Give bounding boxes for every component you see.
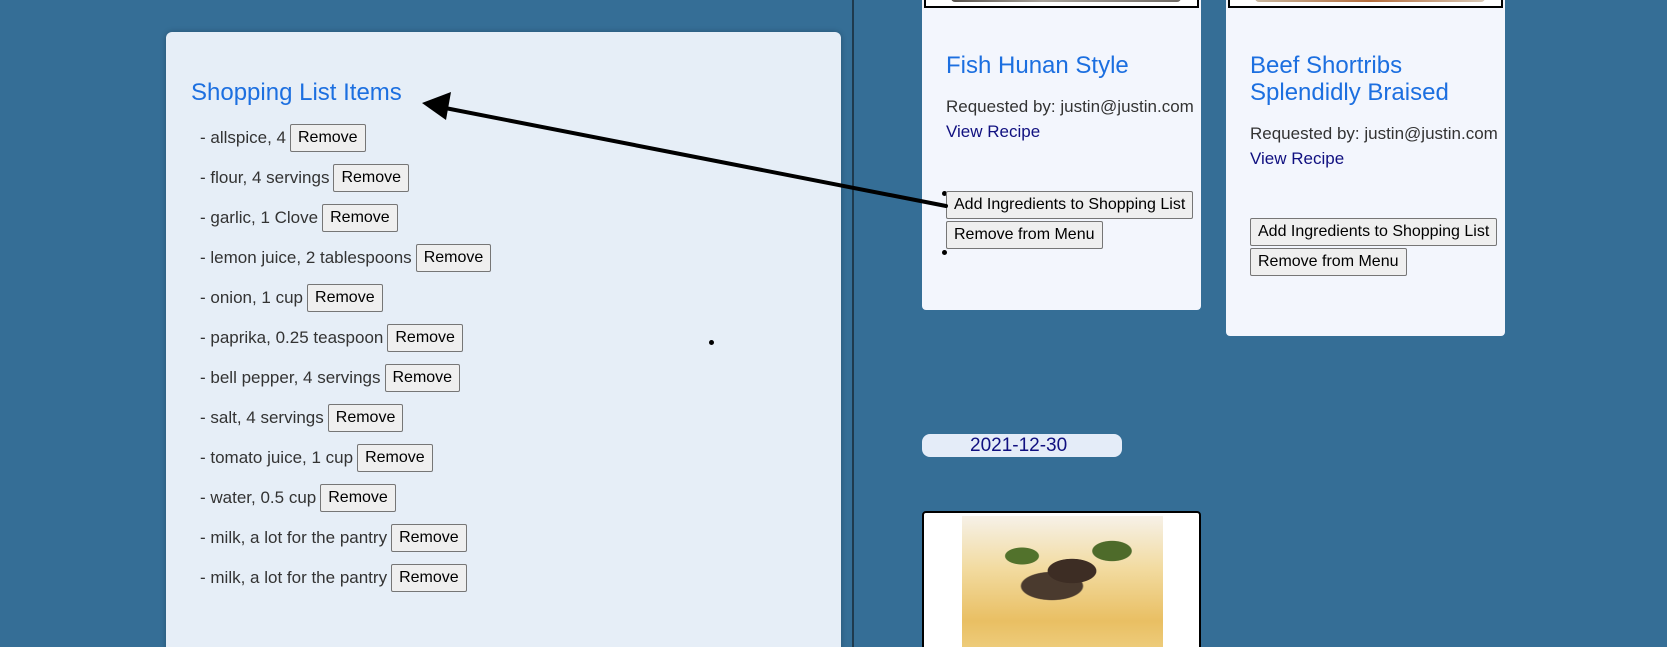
remove-item-button[interactable]: Remove xyxy=(333,164,410,192)
recipe-photo xyxy=(951,0,1181,2)
shopping-list-item: - milk, a lot for the pantry Remove xyxy=(200,558,491,598)
shopping-list-item: - paprika, 0.25 teaspoon Remove xyxy=(200,318,491,358)
remove-item-button[interactable]: Remove xyxy=(289,124,366,152)
shopping-list-item: - milk, a lot for the pantry Remove xyxy=(200,518,491,558)
remove-item-button[interactable]: Remove xyxy=(415,244,492,272)
recipe-title: Fish Hunan Style xyxy=(946,52,1129,79)
remove-item-button[interactable]: Remove xyxy=(327,404,404,432)
add-ingredients-button[interactable]: Add Ingredients to Shopping List xyxy=(946,191,1194,219)
column-divider xyxy=(852,0,854,647)
shopping-item-text: - onion, 1 cup xyxy=(200,288,304,307)
shopping-item-text: - lemon juice, 2 tablespoons xyxy=(200,248,412,267)
list-bullet xyxy=(942,250,947,255)
shopping-item-text: - milk, a lot for the pantry xyxy=(200,568,388,587)
shopping-item-text: - allspice, 4 xyxy=(200,128,286,147)
shopping-list-item: - garlic, 1 Clove Remove xyxy=(200,198,491,238)
shopping-list-item: - lemon juice, 2 tablespoons Remove xyxy=(200,238,492,278)
shopping-item-text: - salt, 4 servings xyxy=(200,408,324,427)
shopping-item-text: - milk, a lot for the pantry xyxy=(200,528,388,547)
recipe-title: Beef Shortribs Splendidly Braised xyxy=(1250,52,1449,106)
remove-item-button[interactable]: Remove xyxy=(322,204,398,232)
recipe-actions: Add Ingredients to Shopping List Remove … xyxy=(1250,218,1498,276)
shopping-item-text: - paprika, 0.25 teaspoon xyxy=(200,328,384,347)
recipe-image[interactable] xyxy=(924,0,1199,8)
remove-item-button[interactable]: Remove xyxy=(391,524,467,552)
shopping-list: - allspice, 4 Remove - flour, 4 servings… xyxy=(200,118,492,598)
shopping-item-text: - garlic, 1 Clove xyxy=(200,208,319,227)
recipe-photo xyxy=(1255,0,1485,2)
remove-item-button[interactable]: Remove xyxy=(391,564,467,592)
requested-by-text: Requested by: justin@justin.com xyxy=(946,97,1194,116)
shopping-item-text: - water, 0.5 cup xyxy=(200,488,317,507)
remove-item-button[interactable]: Remove xyxy=(387,324,463,352)
remove-from-menu-button[interactable]: Remove from Menu xyxy=(1250,248,1407,276)
recipe-image[interactable] xyxy=(1228,0,1503,8)
recipe-card: Fish Hunan Style Requested by: justin@ju… xyxy=(922,0,1201,310)
recipe-image-card[interactable] xyxy=(922,511,1201,647)
shopping-list-item: - flour, 4 servings Remove xyxy=(200,158,491,198)
shopping-list-item: - tomato juice, 1 cup Remove xyxy=(200,438,491,478)
shopping-item-text: - tomato juice, 1 cup xyxy=(200,448,354,467)
pasta-photo xyxy=(962,516,1163,647)
shopping-item-text: - flour, 4 servings xyxy=(200,168,330,187)
view-recipe-link[interactable]: View Recipe xyxy=(946,122,1040,142)
shopping-list-item: - salt, 4 servings Remove xyxy=(200,398,491,438)
remove-item-button[interactable]: Remove xyxy=(384,364,461,392)
shopping-list-item: - bell pepper, 4 servings Remove xyxy=(200,358,491,398)
shopping-list-item: - water, 0.5 cup Remove xyxy=(200,478,491,518)
requested-by-text: Requested by: justin@justin.com xyxy=(1250,124,1498,143)
stray-dot xyxy=(709,340,714,345)
shopping-list-item: - allspice, 4 Remove xyxy=(200,118,491,158)
shopping-list-item: - onion, 1 cup Remove xyxy=(200,278,491,318)
add-ingredients-button[interactable]: Add Ingredients to Shopping List xyxy=(1250,218,1498,246)
page: Shopping List Items - allspice, 4 Remove… xyxy=(0,0,1667,647)
recipe-actions: Add Ingredients to Shopping List Remove … xyxy=(946,191,1194,249)
view-recipe-link[interactable]: View Recipe xyxy=(1250,149,1344,169)
remove-item-button[interactable]: Remove xyxy=(307,284,383,312)
menu-date-label: 2021-12-30 xyxy=(922,434,1122,457)
shopping-list-title: Shopping List Items xyxy=(191,79,402,106)
recipe-card: Beef Shortribs Splendidly Braised Reques… xyxy=(1226,0,1505,336)
remove-from-menu-button[interactable]: Remove from Menu xyxy=(946,221,1103,249)
remove-item-button[interactable]: Remove xyxy=(357,444,433,472)
shopping-list-panel: Shopping List Items - allspice, 4 Remove… xyxy=(166,32,841,647)
shopping-item-text: - bell pepper, 4 servings xyxy=(200,368,381,387)
remove-item-button[interactable]: Remove xyxy=(320,484,396,512)
